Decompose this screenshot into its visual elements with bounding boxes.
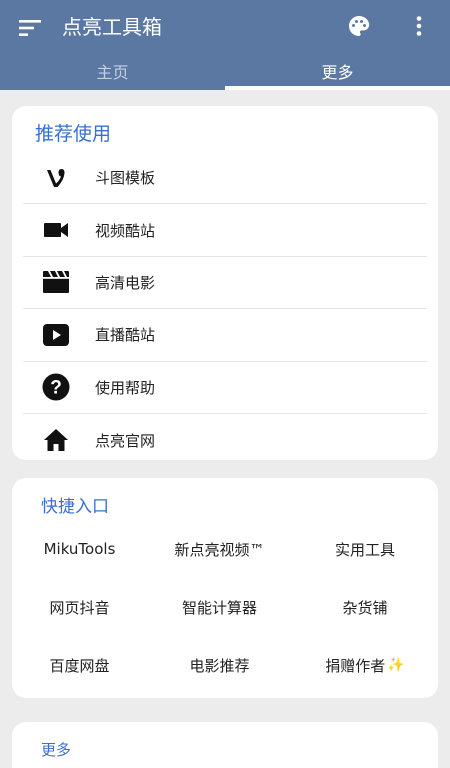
- menu-button[interactable]: [14, 12, 46, 44]
- quick-item-mikutools[interactable]: MikuTools: [12, 520, 147, 578]
- quick-item-web-douyin[interactable]: 网页抖音: [12, 578, 147, 636]
- sort-menu-icon: [19, 20, 41, 36]
- list-item-label: 直播酷站: [95, 326, 156, 345]
- list-item-video-sites[interactable]: 视频酷站: [23, 204, 427, 257]
- home-icon: [23, 428, 89, 452]
- help-icon: ?: [23, 373, 89, 401]
- app-title: 点亮工具箱: [62, 15, 162, 39]
- videocam-icon: [23, 220, 89, 240]
- clapperboard-icon: [23, 270, 89, 294]
- list-item-label: 视频酷站: [95, 221, 156, 240]
- vine-icon: [23, 166, 89, 190]
- list-item-website[interactable]: 点亮官网: [23, 414, 427, 466]
- recommend-list: 斗图模板 视频酷站 高清电影 直播酷站 ? 使用帮助 点亮官网: [23, 152, 427, 466]
- donate-label: 捐赠作者: [325, 656, 386, 675]
- list-item-label: 点亮官网: [95, 431, 156, 450]
- list-item-live-sites[interactable]: 直播酷站: [23, 309, 427, 362]
- more-vert-icon: [416, 16, 422, 36]
- more-card: 更多: [12, 722, 438, 768]
- overflow-menu-button[interactable]: [405, 10, 433, 42]
- quick-entry-title: 快捷入口: [41, 497, 109, 517]
- list-item-label: 使用帮助: [95, 378, 156, 397]
- tab-more[interactable]: 更多: [225, 56, 450, 90]
- theme-button[interactable]: [343, 10, 375, 42]
- quick-item-grocery[interactable]: 杂货铺: [292, 578, 438, 636]
- app-bar: 点亮工具箱 主页 更多: [0, 0, 450, 90]
- svg-text:?: ?: [50, 378, 62, 399]
- more-title: 更多: [41, 741, 72, 759]
- recommend-title: 推荐使用: [35, 123, 112, 145]
- quick-entry-card: 快捷入口 MikuTools 新点亮视频™ 实用工具 网页抖音 智能计算器 杂货…: [12, 478, 438, 698]
- quick-item-baidu-pan[interactable]: 百度网盘: [12, 636, 147, 694]
- list-item-help[interactable]: ? 使用帮助: [23, 362, 427, 414]
- list-item-hd-movies[interactable]: 高清电影: [23, 257, 427, 310]
- list-item-label: 高清电影: [95, 273, 156, 292]
- tab-home[interactable]: 主页: [0, 56, 225, 90]
- tab-bar: 主页 更多: [0, 56, 450, 90]
- quick-item-utilities[interactable]: 实用工具: [292, 520, 438, 578]
- list-item-label: 斗图模板: [95, 169, 156, 188]
- quick-entry-grid: MikuTools 新点亮视频™ 实用工具 网页抖音 智能计算器 杂货铺 百度网…: [12, 520, 438, 694]
- list-item-doutu[interactable]: 斗图模板: [23, 152, 427, 205]
- palette-icon: [349, 16, 370, 36]
- quick-item-movie-recommend[interactable]: 电影推荐: [147, 636, 292, 694]
- quick-item-new-video[interactable]: 新点亮视频™: [147, 520, 292, 578]
- recommend-card: 推荐使用 斗图模板 视频酷站 高清电影 直播酷站 ? 使用帮助 点亮官网: [12, 106, 438, 460]
- quick-item-donate[interactable]: 捐赠作者 ✨: [292, 636, 438, 694]
- sparkles-icon: ✨: [387, 657, 405, 673]
- quick-item-calculator[interactable]: 智能计算器: [147, 578, 292, 636]
- play-button-icon: [23, 323, 89, 347]
